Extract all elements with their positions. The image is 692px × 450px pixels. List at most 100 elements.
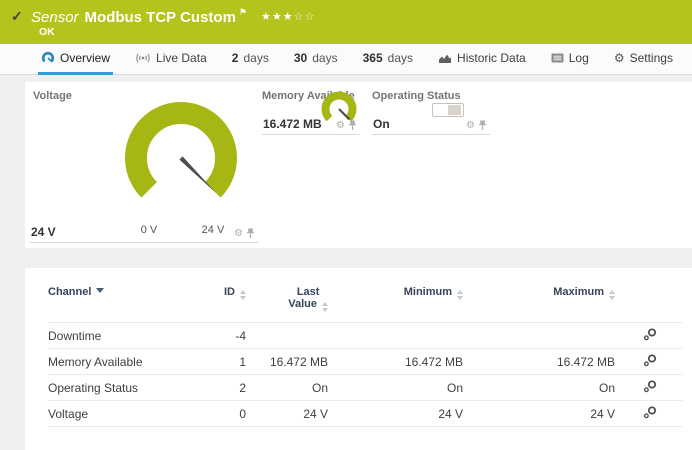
object-kind-label: Sensor	[31, 9, 79, 26]
tab-historic-data-label: Historic Data	[457, 51, 526, 65]
gear-icon[interactable]: ⚙	[336, 121, 345, 131]
operating-status-tile[interactable]: Operating Status On ⚙	[372, 87, 490, 135]
tab-live-data-label: Live Data	[156, 51, 207, 65]
memory-tile-actions: ⚙	[336, 120, 357, 131]
cell-min: On	[328, 375, 463, 401]
cell-max: On	[463, 375, 615, 401]
log-list-icon	[551, 53, 564, 63]
settings-gear-icon: ⚙	[614, 51, 625, 65]
priority-stars-empty[interactable]: ☆☆	[294, 11, 316, 23]
cell-id: -4	[198, 323, 246, 349]
operating-status-switch	[432, 103, 464, 117]
cell-channel[interactable]: Downtime	[48, 323, 198, 349]
tab-log[interactable]: Log	[548, 44, 592, 75]
channels-table-panel: Channel ID Last Value Minimum Maximum Do…	[25, 268, 692, 450]
memory-available-tile[interactable]: Memory Available 16.472 MB ⚙	[262, 87, 360, 135]
live-data-icon	[135, 52, 151, 64]
historic-data-chart-icon	[438, 53, 452, 64]
cell-channel[interactable]: Operating Status	[48, 375, 198, 401]
cell-channel[interactable]: Memory Available	[48, 349, 198, 375]
cell-id: 2	[198, 375, 246, 401]
cell-max: 24 V	[463, 401, 615, 427]
table-row-memory-available[interactable]: Memory Available 1 16.472 MB 16.472 MB 1…	[48, 349, 683, 375]
tab-2-days-label: days	[243, 51, 268, 65]
column-header-last-value[interactable]: Last Value	[246, 282, 328, 323]
pin-icon[interactable]	[478, 120, 487, 131]
column-header-minimum[interactable]: Minimum	[328, 282, 463, 323]
channel-settings-icon[interactable]	[643, 380, 657, 393]
channel-settings-icon[interactable]	[643, 354, 657, 367]
cell-min: 24 V	[328, 401, 463, 427]
table-row-downtime[interactable]: Downtime -4	[48, 323, 683, 349]
sort-icon	[457, 290, 463, 300]
channels-table-header-row: Channel ID Last Value Minimum Maximum	[48, 282, 683, 323]
cell-last: 24 V	[246, 401, 328, 427]
sensor-name: Modbus TCP Custom	[85, 9, 236, 26]
tab-30-days[interactable]: 30 days	[291, 44, 341, 75]
cell-id: 0	[198, 401, 246, 427]
tab-bar: Overview Live Data 2 days 30 days 365 da…	[0, 44, 692, 75]
overview-gauge-icon	[41, 51, 55, 65]
tab-overview-label: Overview	[60, 51, 110, 65]
tab-365-days-number: 365	[363, 51, 383, 65]
voltage-gauge-tile[interactable]: Voltage 0 V 24 V 24 V ⚙	[30, 87, 258, 243]
tab-2-days[interactable]: 2 days	[229, 44, 272, 75]
tab-365-days-label: days	[388, 51, 413, 65]
tab-2-days-number: 2	[232, 51, 239, 65]
cell-last: On	[246, 375, 328, 401]
gauges-panel: Voltage 0 V 24 V 24 V ⚙	[25, 82, 692, 248]
sensor-status-text: OK	[39, 26, 55, 38]
priority-stars[interactable]: ★★★☆☆	[261, 11, 315, 23]
voltage-scale-max-label: 24 V	[196, 224, 230, 236]
cell-id: 1	[198, 349, 246, 375]
tab-30-days-number: 30	[294, 51, 307, 65]
operating-tile-title: Operating Status	[372, 90, 461, 102]
prtg-sensor-page: ✓ Sensor Modbus TCP Custom⚑ ★★★☆☆ OK Overv…	[0, 0, 692, 450]
table-row-operating-status[interactable]: Operating Status 2 On On On	[48, 375, 683, 401]
sensor-status-bar: ✓ Sensor Modbus TCP Custom⚑ ★★★☆☆ OK	[0, 0, 692, 44]
sort-icon	[609, 290, 615, 300]
voltage-tile-title: Voltage	[33, 90, 72, 102]
sort-icon	[322, 302, 328, 312]
overview-content: Voltage 0 V 24 V 24 V ⚙	[0, 75, 692, 450]
operating-tile-actions: ⚙	[466, 120, 487, 131]
channel-settings-icon[interactable]	[643, 328, 657, 341]
cell-max	[463, 323, 615, 349]
memory-value: 16.472 MB	[263, 117, 322, 131]
priority-stars-filled[interactable]: ★★★	[261, 11, 294, 23]
tab-365-days[interactable]: 365 days	[360, 44, 416, 75]
tab-log-label: Log	[569, 51, 589, 65]
gear-icon[interactable]: ⚙	[466, 121, 475, 131]
channels-table: Channel ID Last Value Minimum Maximum Do…	[48, 282, 683, 427]
column-header-channel[interactable]: Channel	[48, 282, 198, 323]
cell-max: 16.472 MB	[463, 349, 615, 375]
sort-desc-icon	[96, 288, 104, 293]
cell-channel[interactable]: Voltage	[48, 401, 198, 427]
tab-30-days-label: days	[312, 51, 337, 65]
voltage-tile-actions: ⚙	[234, 228, 255, 239]
operating-value: On	[373, 117, 390, 131]
tab-overview[interactable]: Overview	[38, 44, 113, 75]
cell-last	[246, 323, 328, 349]
tab-historic-data[interactable]: Historic Data	[435, 44, 529, 75]
voltage-scale-min-label: 0 V	[134, 224, 164, 236]
flag-icon[interactable]: ⚑	[239, 7, 247, 17]
column-header-actions	[615, 282, 683, 323]
column-header-id[interactable]: ID	[198, 282, 246, 323]
tab-live-data[interactable]: Live Data	[132, 44, 210, 75]
table-row-voltage[interactable]: Voltage 0 24 V 24 V 24 V	[48, 401, 683, 427]
pin-icon[interactable]	[246, 228, 255, 239]
tab-settings-label: Settings	[630, 51, 673, 65]
gear-icon[interactable]: ⚙	[234, 229, 243, 239]
channel-settings-icon[interactable]	[643, 406, 657, 419]
cell-last: 16.472 MB	[246, 349, 328, 375]
sort-icon	[240, 290, 246, 300]
sensor-title-line: Sensor Modbus TCP Custom⚑ ★★★☆☆	[31, 7, 315, 27]
voltage-value: 24 V	[31, 225, 56, 239]
operating-status-switch-knob	[448, 105, 461, 115]
status-ok-check-icon: ✓	[11, 8, 23, 25]
cell-min	[328, 323, 463, 349]
tab-settings[interactable]: ⚙ Settings	[611, 44, 676, 75]
pin-icon[interactable]	[348, 120, 357, 131]
column-header-maximum[interactable]: Maximum	[463, 282, 615, 323]
